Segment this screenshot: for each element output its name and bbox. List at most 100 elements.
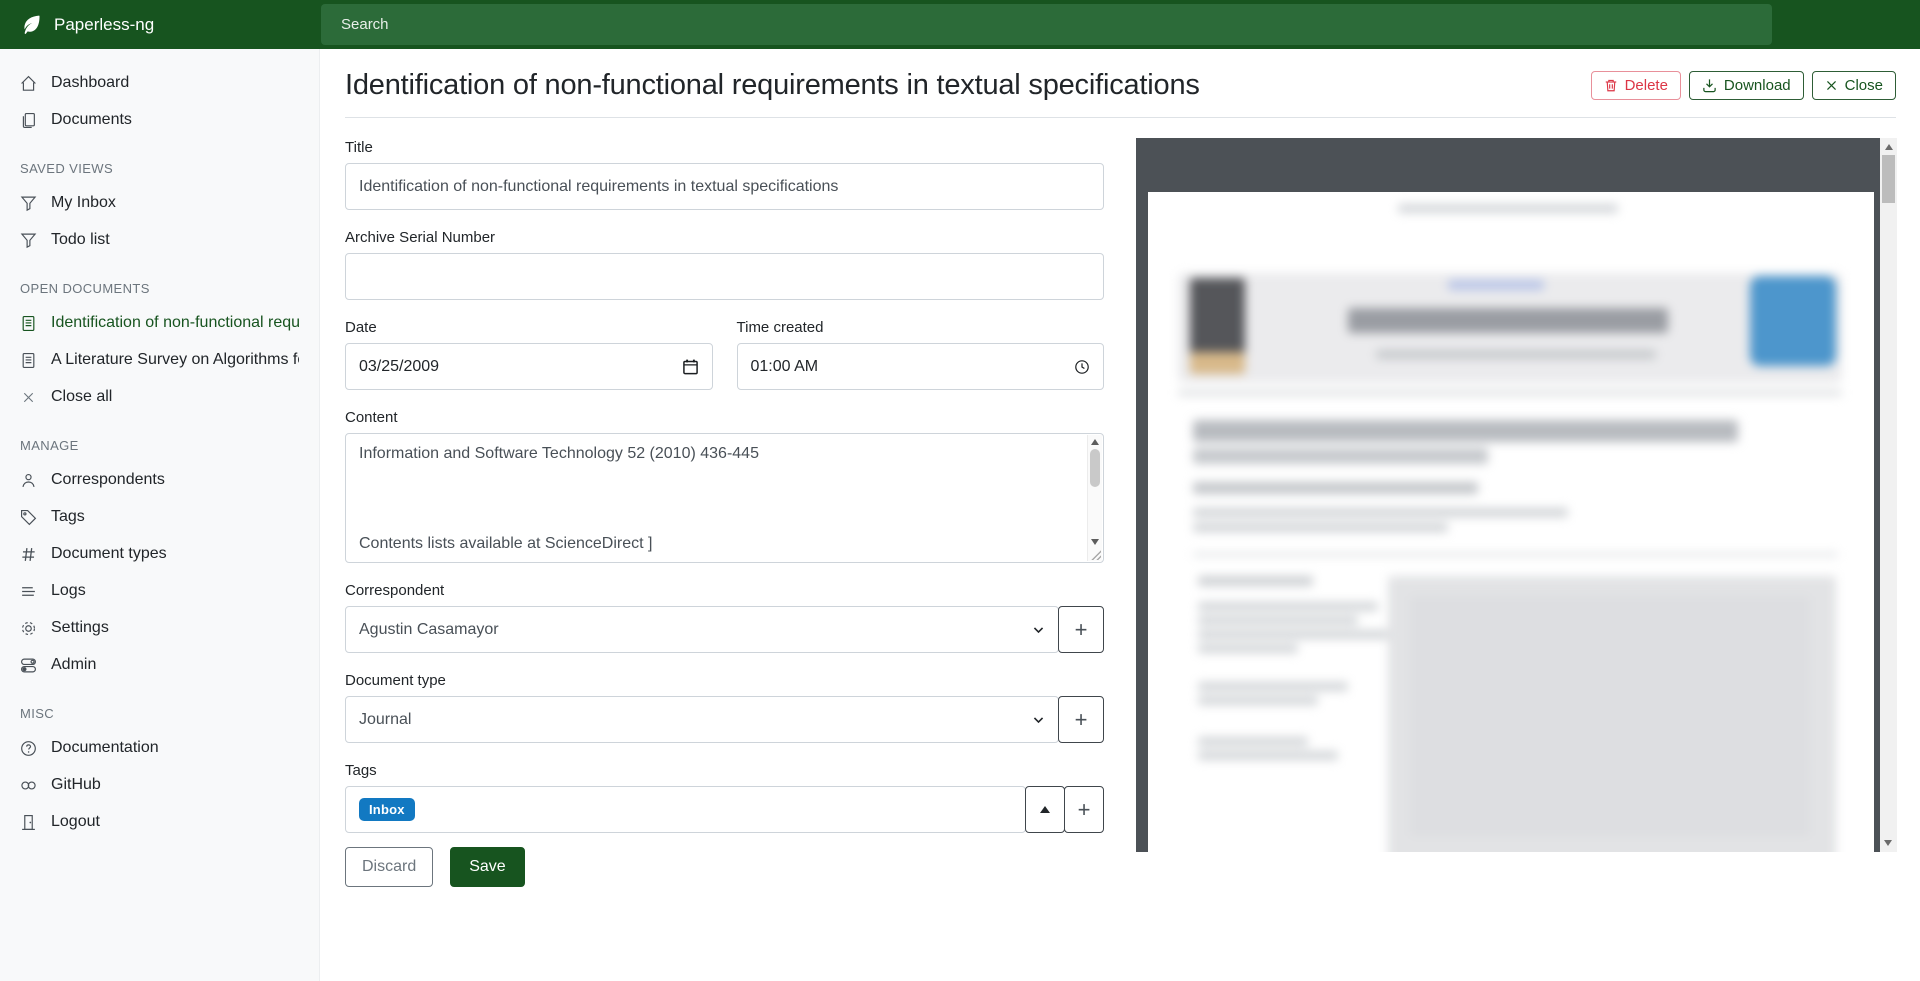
sidebar-item-label: Tags xyxy=(51,508,85,526)
date-value: 03/25/2009 xyxy=(359,358,439,376)
chevron-down-icon xyxy=(1032,623,1045,636)
sidebar-item-label: Document types xyxy=(51,545,167,563)
preview-scrollbar[interactable] xyxy=(1880,138,1897,852)
person-icon xyxy=(20,472,37,489)
question-circle-icon xyxy=(20,740,37,757)
files-icon xyxy=(20,112,37,129)
sidebar-item-documents[interactable]: Documents xyxy=(0,106,319,134)
sidebar-item-label: GitHub xyxy=(51,776,101,794)
content-textarea[interactable]: Information and Software Technology 52 (… xyxy=(345,433,1104,563)
title-input[interactable] xyxy=(345,163,1104,210)
list-lines-icon xyxy=(20,583,37,600)
brand[interactable]: Paperless-ng xyxy=(0,0,320,49)
add-document-type-button[interactable]: + xyxy=(1058,696,1104,743)
title-label: Title xyxy=(345,139,1104,156)
sidebar-item-settings[interactable]: Settings xyxy=(0,614,319,642)
close-icon xyxy=(20,389,37,406)
add-correspondent-button[interactable]: + xyxy=(1058,606,1104,653)
preview-scroll-thumb[interactable] xyxy=(1882,155,1895,203)
file-text-icon xyxy=(20,352,37,369)
textarea-scrollbar[interactable] xyxy=(1087,435,1102,561)
preview-page xyxy=(1148,192,1874,852)
trash-icon xyxy=(1604,78,1618,93)
sidebar-item-document-types[interactable]: Document types xyxy=(0,540,319,568)
document-header: Identification of non-functional require… xyxy=(320,49,1920,118)
preview-scroll-up-arrow[interactable] xyxy=(1885,144,1893,150)
sidebar-heading-saved-views: SAVED VIEWS xyxy=(0,161,319,176)
time-label: Time created xyxy=(737,319,1105,336)
asn-input[interactable] xyxy=(345,253,1104,300)
tags-input[interactable]: Inbox xyxy=(345,786,1026,833)
sidebar-item-label: My Inbox xyxy=(51,194,116,212)
sidebar-item-label: Documents xyxy=(51,111,132,129)
brand-name: Paperless-ng xyxy=(54,15,154,35)
funnel-icon xyxy=(20,232,37,249)
search-input[interactable] xyxy=(321,4,1772,45)
sidebar-item-github[interactable]: GitHub xyxy=(0,771,319,799)
gear-icon xyxy=(20,620,37,637)
file-text-icon xyxy=(20,315,37,332)
download-button[interactable]: Download xyxy=(1689,71,1804,100)
document-type-label: Document type xyxy=(345,672,1104,689)
sidebar-item-close-all[interactable]: Close all xyxy=(0,383,319,411)
sidebar-item-logs[interactable]: Logs xyxy=(0,577,319,605)
time-input[interactable]: 01:00 AM xyxy=(737,343,1105,390)
sidebar-heading-open-documents: OPEN DOCUMENTS xyxy=(0,281,319,296)
sidebar-open-doc-2[interactable]: A Literature Survey on Algorithms for Mu… xyxy=(0,346,319,374)
calendar-icon[interactable] xyxy=(682,358,699,375)
date-label: Date xyxy=(345,319,713,336)
tags-collapse-button[interactable] xyxy=(1025,786,1065,833)
sidebar-item-my-inbox[interactable]: My Inbox xyxy=(0,189,319,217)
sidebar-item-label: Logs xyxy=(51,582,86,600)
download-icon xyxy=(1702,78,1717,93)
sidebar-item-documentation[interactable]: Documentation xyxy=(0,734,319,762)
scroll-down-arrow[interactable] xyxy=(1091,539,1099,545)
sidebar-item-label: A Literature Survey on Algorithms for Mu… xyxy=(51,351,299,369)
correspondent-select[interactable]: Agustin Casamayor xyxy=(345,606,1059,653)
sidebar-item-tags[interactable]: Tags xyxy=(0,503,319,531)
sidebar-item-logout[interactable]: Logout xyxy=(0,808,319,836)
correspondent-value: Agustin Casamayor xyxy=(359,621,499,639)
document-type-select[interactable]: Journal xyxy=(345,696,1059,743)
tag-badge-inbox[interactable]: Inbox xyxy=(359,798,415,821)
sidebar-item-label: Identification of non-functional require… xyxy=(51,314,299,332)
clock-icon[interactable] xyxy=(1074,359,1090,375)
asn-label: Archive Serial Number xyxy=(345,229,1104,246)
funnel-icon xyxy=(20,195,37,212)
preview-scroll-down-arrow[interactable] xyxy=(1884,840,1892,846)
sidebar-item-label: Correspondents xyxy=(51,471,165,489)
discard-button[interactable]: Discard xyxy=(345,847,433,887)
sidebar-item-todo-list[interactable]: Todo list xyxy=(0,226,319,254)
link-icon xyxy=(20,777,37,794)
caret-up-icon xyxy=(1040,806,1050,813)
header-divider xyxy=(345,117,1896,118)
sidebar-item-dashboard[interactable]: Dashboard xyxy=(0,69,319,97)
preview-blurred-content xyxy=(1148,192,1874,852)
sidebar-item-label: Logout xyxy=(51,813,100,831)
close-button[interactable]: Close xyxy=(1812,71,1896,100)
close-button-label: Close xyxy=(1845,77,1883,94)
add-tag-button[interactable]: + xyxy=(1064,786,1104,833)
scroll-up-arrow[interactable] xyxy=(1091,439,1099,445)
scroll-thumb[interactable] xyxy=(1090,449,1100,487)
main-content: Identification of non-functional require… xyxy=(320,49,1920,981)
sidebar-open-doc-1[interactable]: Identification of non-functional require… xyxy=(0,309,319,337)
top-navbar: Paperless-ng xyxy=(0,0,1920,49)
content-line-1: Information and Software Technology 52 (… xyxy=(359,445,759,463)
sidebar-heading-manage: MANAGE xyxy=(0,438,319,453)
date-input[interactable]: 03/25/2009 xyxy=(345,343,713,390)
tags-label: Tags xyxy=(345,762,1104,779)
correspondent-label: Correspondent xyxy=(345,582,1104,599)
delete-button-label: Delete xyxy=(1625,77,1668,94)
delete-button[interactable]: Delete xyxy=(1591,71,1681,100)
sidebar-item-admin[interactable]: Admin xyxy=(0,651,319,679)
sidebar-item-label: Dashboard xyxy=(51,74,129,92)
sidebar-item-correspondents[interactable]: Correspondents xyxy=(0,466,319,494)
sidebar-item-label: Admin xyxy=(51,656,96,674)
toggles-icon xyxy=(20,657,37,674)
download-button-label: Download xyxy=(1724,77,1791,94)
sidebar-item-label: Settings xyxy=(51,619,109,637)
save-button[interactable]: Save xyxy=(450,847,524,887)
sidebar-item-label: Documentation xyxy=(51,739,159,757)
hash-icon xyxy=(20,546,37,563)
